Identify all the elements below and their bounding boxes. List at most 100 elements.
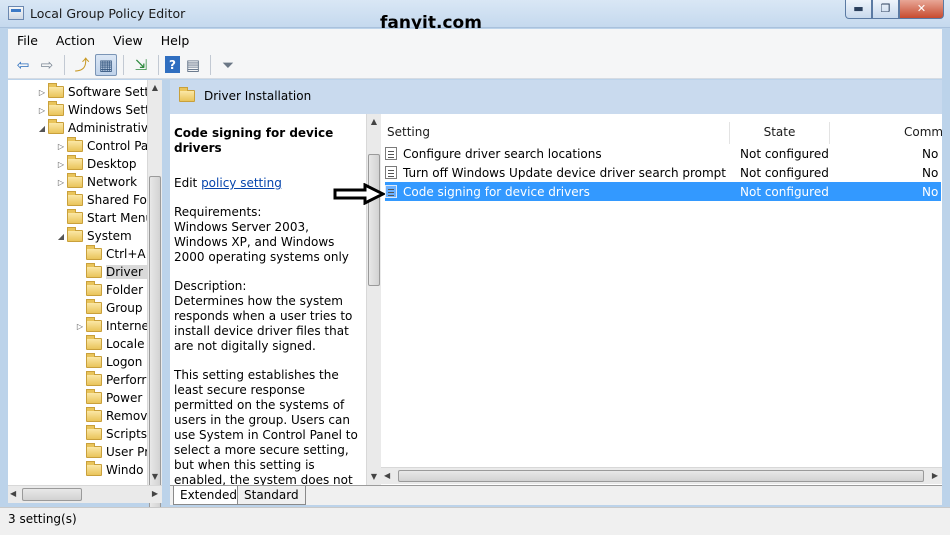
menu-view[interactable]: View [104,33,152,48]
tree-item[interactable]: User Pr [74,443,149,461]
scroll-left-icon[interactable]: ◀ [10,489,16,498]
setting-comment: No [922,146,939,161]
policy-setting-icon [385,166,397,179]
expand-arrow-icon[interactable]: ▷ [36,88,48,97]
tree-item-label: Windo [106,463,144,477]
tab-standard[interactable]: Standard [237,486,306,505]
setting-row-selected[interactable]: Code signing for device drivers Not conf… [385,182,941,201]
close-button[interactable]: ✕ [899,0,944,19]
view-tabs: Extended Standard [170,485,942,505]
collapse-arrow-icon[interactable]: ◢ [36,124,48,133]
filter-icon[interactable]: ⏷ [217,54,239,76]
tree-item[interactable]: Locale [74,335,144,353]
export-list-icon[interactable]: ⇲ [130,54,152,76]
tree-item[interactable]: Scripts [74,425,147,443]
help-icon[interactable]: ? [165,56,180,73]
folder-icon [86,461,102,476]
folder-icon [86,425,102,440]
tree-item-label: Administrative [68,121,156,135]
tree-item[interactable]: ▷ Software Setti [36,83,152,101]
list-horizontal-scrollbar[interactable]: ◀ ▶ [381,467,942,484]
tree-item[interactable]: ◢ System [55,227,132,245]
tab-extended[interactable]: Extended [173,486,244,505]
tree-item[interactable]: Remov [74,407,147,425]
menu-file[interactable]: File [8,33,47,48]
scroll-up-icon[interactable]: ▲ [148,80,162,96]
scroll-down-icon[interactable]: ▼ [367,469,381,485]
tree-item-label: System [87,229,132,243]
show-hide-tree-icon[interactable]: ▦ [95,53,117,76]
scroll-left-icon[interactable]: ◀ [384,471,390,480]
collapse-arrow-icon[interactable]: ◢ [55,232,67,241]
tree-item[interactable]: ▷ Network [55,173,137,191]
expand-arrow-icon[interactable]: ▷ [74,322,86,331]
column-header-setting[interactable]: Setting [381,122,730,144]
folder-icon [86,281,102,296]
maximize-button[interactable]: ❐ [872,0,899,19]
tree-item-label: Ctrl+A [106,247,146,261]
navigation-tree[interactable]: ▷ Software Setti ▷ Windows Sett ◢ Administrat… [8,80,162,485]
folder-icon [86,245,102,260]
setting-name: Code signing for device drivers [403,184,590,199]
description-scrollbar[interactable]: ▲ ▼ [366,114,381,485]
minimize-button[interactable]: ▬ [845,0,872,19]
tree-item[interactable]: Logon [74,353,142,371]
folder-icon [86,443,102,458]
folder-icon [67,137,83,152]
back-icon[interactable]: ⇦ [12,54,34,76]
status-text: 3 setting(s) [8,512,77,526]
tree-item[interactable]: ◢ Administrative [36,119,155,137]
tree-horizontal-scrollbar[interactable]: ◀ ▶ [8,485,162,503]
expand-arrow-icon[interactable]: ▷ [55,142,67,151]
tree-item[interactable]: Group [74,299,143,317]
scroll-up-icon[interactable]: ▲ [367,114,381,130]
folder-icon [86,407,102,422]
tree-item-label: Shared Fol [87,193,151,207]
tree-item[interactable]: ▷ Desktop [55,155,137,173]
menu-help[interactable]: Help [152,33,199,48]
setting-comment: No [922,184,939,199]
tree-item-selected[interactable]: Driver I [74,263,151,281]
policy-setting-icon [385,147,397,160]
scroll-right-icon[interactable]: ▶ [932,471,938,480]
title-bar: Local Group Policy Editor fanyit.com ▬ ❐… [0,0,950,33]
properties-icon[interactable]: ▤ [182,54,204,76]
tree-item[interactable]: ▷ Control Pa [55,137,148,155]
column-header-comment[interactable]: Comm [830,122,942,144]
toolbar-separator [123,54,124,75]
scroll-down-icon[interactable]: ▼ [148,469,162,485]
folder-icon [86,317,102,332]
tree-item[interactable]: Ctrl+A [74,245,146,263]
expand-arrow-icon[interactable]: ▷ [55,178,67,187]
setting-row[interactable]: Configure driver search locations Not co… [385,144,941,163]
folder-icon [179,87,195,102]
up-folder-icon[interactable]: ⤴ [71,54,93,76]
toolbar-separator [210,54,211,75]
setting-state: Not configured [740,184,829,199]
tree-item[interactable]: Power [74,389,142,407]
expand-arrow-icon[interactable]: ▷ [36,106,48,115]
policy-setting-icon [385,185,397,198]
folder-icon [67,173,83,188]
tree-item[interactable]: Perforr [74,371,146,389]
scrollbar-thumb[interactable] [398,470,924,482]
settings-list[interactable]: Setting State Comm Configure driver sear… [381,114,942,485]
folder-icon [86,371,102,386]
tree-vertical-scrollbar[interactable]: ▲ ▼ [147,80,162,521]
setting-row[interactable]: Turn off Windows Update device driver se… [385,163,941,182]
tree-item[interactable]: ▷ Interne [74,317,149,335]
scrollbar-thumb[interactable] [22,488,82,501]
tree-item[interactable]: Shared Fol [55,191,150,209]
scroll-right-icon[interactable]: ▶ [152,489,158,498]
tree-item[interactable]: Folder [74,281,143,299]
column-header-state[interactable]: State [730,122,830,144]
expand-arrow-icon[interactable]: ▷ [55,160,67,169]
tree-item[interactable]: Start Menu [55,209,153,227]
tree-item[interactable]: ▷ Windows Sett [36,101,150,119]
tree-item[interactable]: Windo [74,461,144,479]
menu-action[interactable]: Action [47,33,104,48]
scrollbar-thumb[interactable] [368,154,380,286]
setting-comment: No [922,165,939,180]
forward-icon[interactable]: ⇨ [36,54,58,76]
edit-policy-link[interactable]: policy setting [201,176,282,190]
